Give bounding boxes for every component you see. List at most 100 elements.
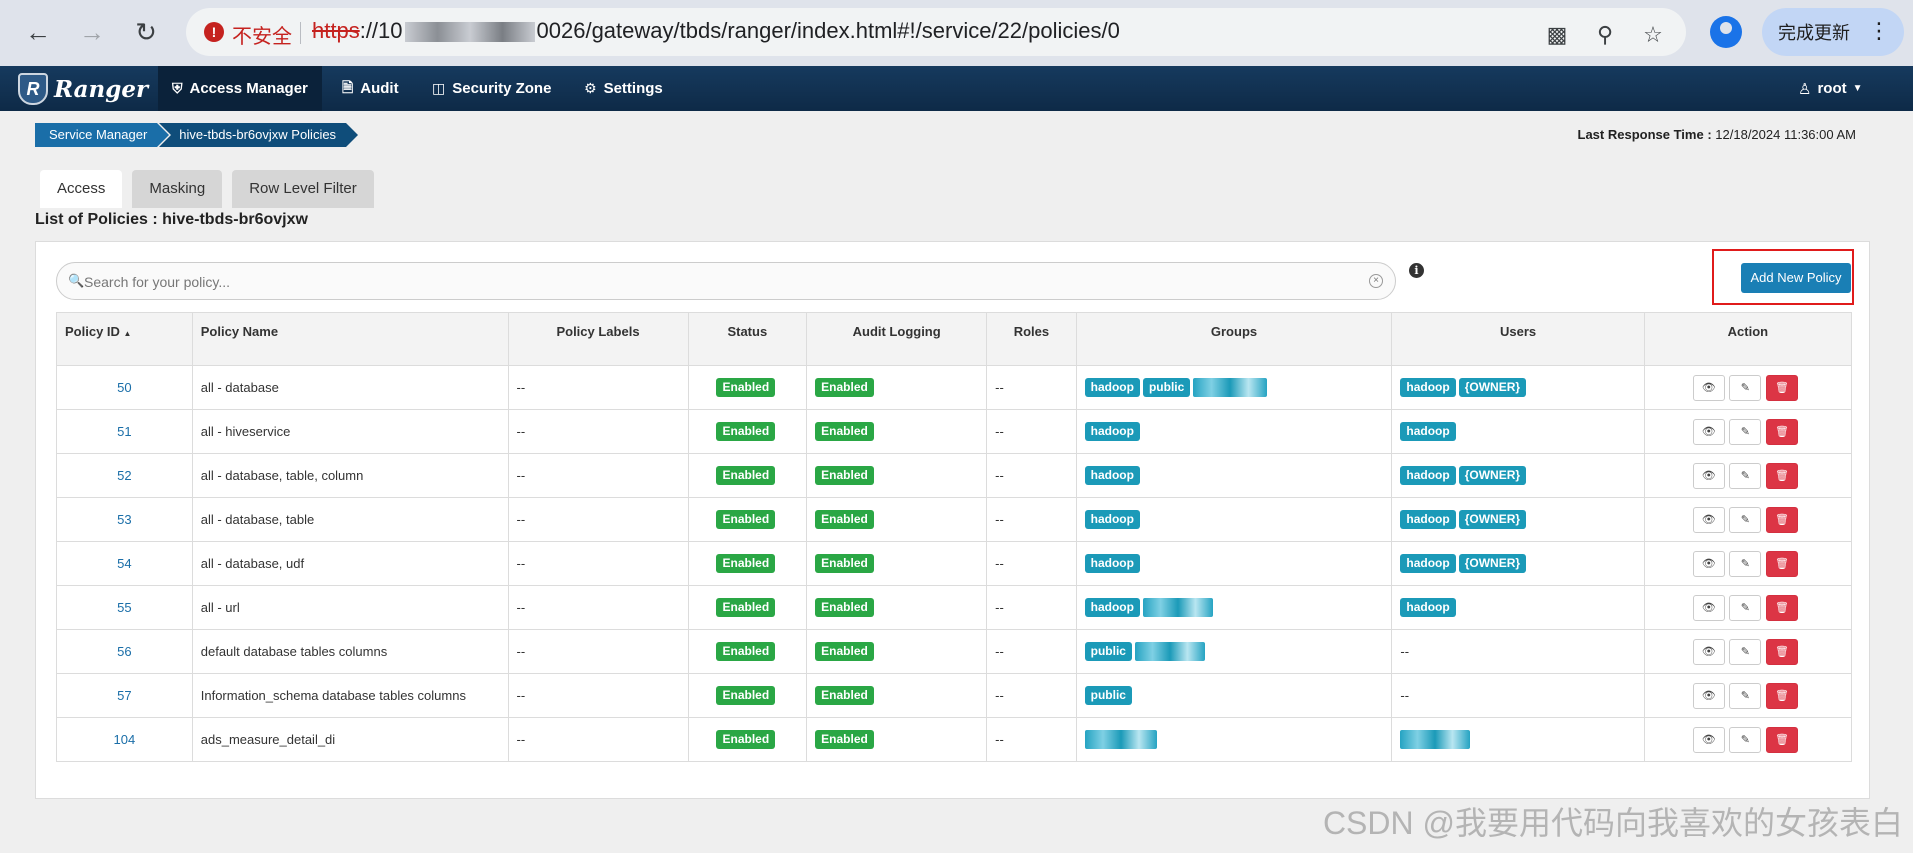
status-badge: Enabled: [716, 466, 776, 485]
profile-avatar-icon[interactable]: [1710, 16, 1742, 48]
edit-icon[interactable]: ✎: [1729, 594, 1762, 621]
view-eye-icon[interactable]: 👁: [1692, 550, 1725, 577]
policy-id-link[interactable]: 50: [56, 365, 193, 410]
delete-trash-icon[interactable]: 🗑: [1766, 506, 1799, 533]
roles-cell: --: [986, 409, 1077, 454]
clear-icon[interactable]: ×: [1369, 274, 1383, 288]
roles-cell: --: [986, 453, 1077, 498]
view-eye-icon[interactable]: 👁: [1692, 638, 1725, 665]
redacted-group: [1134, 642, 1205, 661]
col-policy-id[interactable]: Policy ID ▲: [56, 312, 193, 366]
edit-icon[interactable]: ✎: [1729, 638, 1762, 665]
policy-id-link[interactable]: 52: [56, 453, 193, 498]
delete-trash-icon[interactable]: 🗑: [1766, 682, 1799, 709]
group-badge: hadoop: [1084, 510, 1140, 529]
warning-icon[interactable]: !: [204, 22, 224, 42]
ranger-navbar: R Ranger ⛨ Access Manager 🗎 Audit ◫ Securit…: [0, 66, 1913, 111]
delete-trash-icon[interactable]: 🗑: [1766, 594, 1799, 621]
view-eye-icon[interactable]: 👁: [1692, 594, 1725, 621]
groups-cell: hadoop: [1075, 409, 1393, 454]
url-text[interactable]: https://10 0026/gateway/tbds/ranger/index…: [312, 18, 1120, 44]
security-label[interactable]: 不安全: [232, 20, 292, 49]
status-cell: Enabled: [687, 453, 808, 498]
roles-cell: --: [986, 497, 1077, 542]
info-icon[interactable]: i: [1409, 263, 1424, 278]
view-eye-icon[interactable]: 👁: [1692, 682, 1725, 709]
update-button[interactable]: 完成更新 ⋮: [1762, 8, 1904, 56]
view-eye-icon[interactable]: 👁: [1692, 462, 1725, 489]
search-box[interactable]: 🔍 ×: [56, 262, 1396, 300]
policy-table: Policy ID ▲ Policy Name Policy Labels St…: [56, 312, 1853, 762]
view-eye-icon[interactable]: 👁: [1692, 374, 1725, 401]
zone-icon: ◫: [432, 80, 446, 96]
user-icon: ♙: [1798, 80, 1812, 98]
delete-trash-icon[interactable]: 🗑: [1766, 638, 1799, 665]
edit-icon[interactable]: ✎: [1729, 374, 1762, 401]
edit-icon[interactable]: ✎: [1729, 506, 1762, 533]
group-badge: hadoop: [1084, 554, 1140, 573]
policy-tabs: Access Masking Row Level Filter: [40, 170, 374, 208]
users-cell: [1391, 717, 1645, 762]
tab-masking[interactable]: Masking: [132, 170, 223, 208]
view-eye-icon[interactable]: 👁: [1692, 726, 1725, 753]
roles-cell: --: [986, 717, 1077, 762]
address-bar[interactable]: ! 不安全 https://10 0026/gateway/tbds/ranger…: [186, 8, 1686, 56]
bookmark-star-icon[interactable]: ☆: [1638, 22, 1668, 47]
forward-icon[interactable]: →: [74, 14, 110, 50]
translate-icon[interactable]: ▩: [1542, 22, 1572, 47]
policy-name: all - database, udf: [191, 541, 509, 586]
nav-audit[interactable]: 🗎 Audit: [328, 66, 413, 111]
edit-icon[interactable]: ✎: [1729, 462, 1762, 489]
user-menu[interactable]: ♙ root ▼: [1798, 66, 1863, 111]
breadcrumb-service-manager[interactable]: Service Manager: [35, 123, 170, 147]
policy-id-link[interactable]: 55: [56, 585, 193, 630]
delete-trash-icon[interactable]: 🗑: [1766, 550, 1799, 577]
users-cell: hadoop {OWNER}: [1391, 541, 1645, 586]
edit-icon[interactable]: ✎: [1729, 418, 1762, 445]
nav-security-zone[interactable]: ◫ Security Zone: [418, 66, 565, 111]
policy-id-link[interactable]: 56: [56, 629, 193, 674]
view-eye-icon[interactable]: 👁: [1692, 418, 1725, 445]
menu-dots-icon: ⋮: [1868, 18, 1890, 43]
delete-trash-icon[interactable]: 🗑: [1766, 462, 1799, 489]
gear-icon: ⚙: [584, 80, 597, 96]
edit-icon[interactable]: ✎: [1729, 682, 1762, 709]
tab-access[interactable]: Access: [40, 170, 123, 208]
ranger-logo[interactable]: R Ranger: [18, 72, 148, 106]
col-action: Action: [1643, 312, 1853, 366]
delete-trash-icon[interactable]: 🗑: [1766, 418, 1799, 445]
policy-name: all - hiveservice: [191, 409, 509, 454]
user-badge: hadoop: [1400, 554, 1456, 573]
action-cell: 👁 ✎ 🗑: [1643, 541, 1853, 586]
users-cell: hadoop {OWNER}: [1391, 497, 1645, 542]
policy-id-link[interactable]: 104: [56, 717, 193, 762]
tab-row-level-filter[interactable]: Row Level Filter: [232, 170, 374, 208]
breadcrumb-policies[interactable]: hive-tbds-br6ovjxw Policies: [159, 123, 358, 147]
status-badge: Enabled: [716, 510, 776, 529]
nav-access-manager[interactable]: ⛨ Access Manager: [158, 66, 322, 111]
policy-id-link[interactable]: 54: [56, 541, 193, 586]
delete-trash-icon[interactable]: 🗑: [1766, 726, 1799, 753]
policy-id-link[interactable]: 51: [56, 409, 193, 454]
groups-cell: hadoop: [1075, 497, 1393, 542]
policy-id-link[interactable]: 53: [56, 497, 193, 542]
reload-icon[interactable]: ↻: [128, 14, 164, 50]
view-eye-icon[interactable]: 👁: [1692, 506, 1725, 533]
delete-trash-icon[interactable]: 🗑: [1766, 374, 1799, 401]
table-row: 55 all - url -- Enabled Enabled -- hadoo…: [56, 585, 1853, 630]
audit-badge: Enabled: [815, 642, 874, 661]
edit-icon[interactable]: ✎: [1729, 726, 1762, 753]
audit-badge: Enabled: [815, 378, 874, 397]
edit-icon[interactable]: ✎: [1729, 550, 1762, 577]
status-badge: Enabled: [716, 686, 776, 705]
search-input[interactable]: [84, 271, 1364, 293]
sort-asc-icon: ▲: [123, 329, 132, 338]
nav-settings[interactable]: ⚙ Settings: [570, 66, 677, 111]
roles-cell: --: [986, 365, 1077, 410]
policy-labels: --: [507, 673, 689, 718]
users-empty: --: [1400, 688, 1410, 703]
policy-id-link[interactable]: 57: [56, 673, 193, 718]
back-icon[interactable]: ←: [20, 14, 56, 50]
add-new-policy-button[interactable]: Add New Policy: [1741, 263, 1851, 293]
zoom-icon[interactable]: ⚲: [1590, 22, 1620, 47]
